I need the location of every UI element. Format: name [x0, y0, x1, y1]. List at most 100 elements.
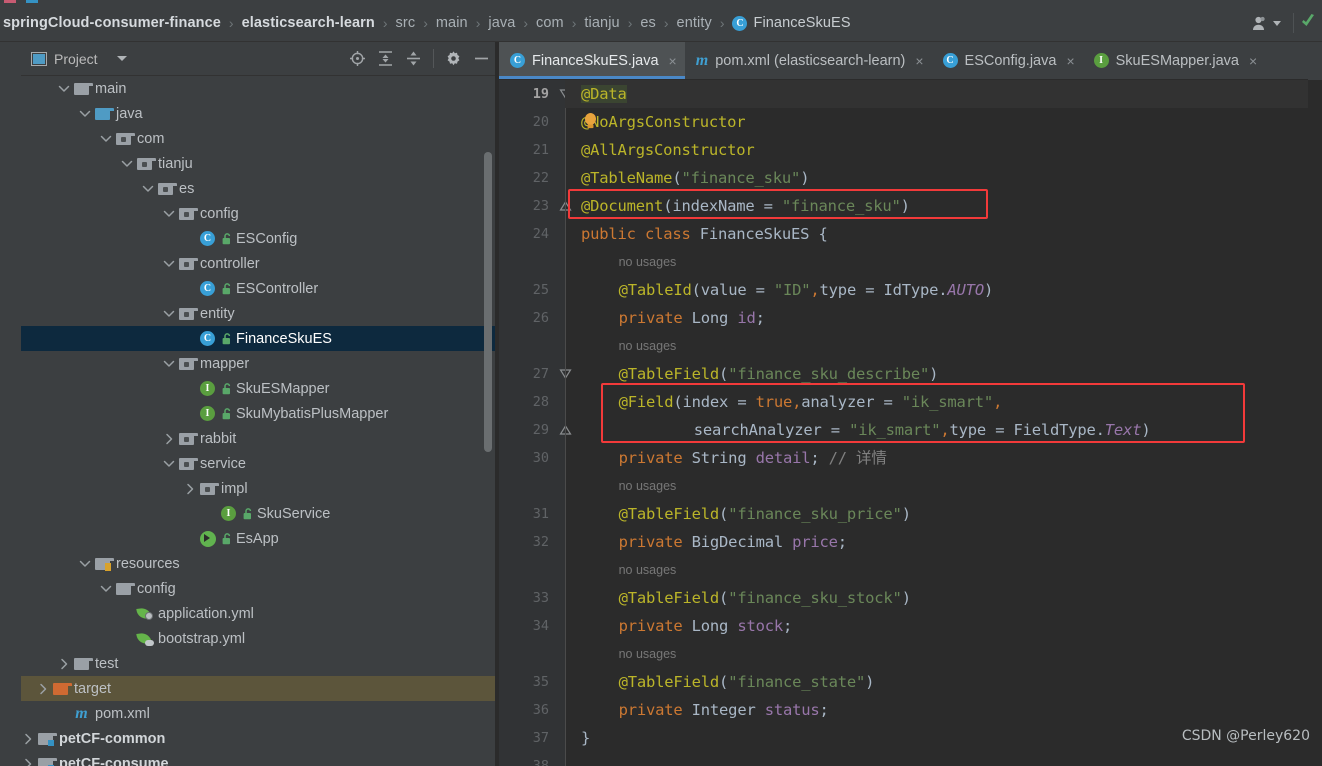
chevron-down-icon[interactable] — [162, 457, 176, 471]
chevron-down-icon[interactable] — [99, 132, 113, 146]
project-tree[interactable]: main java com tianju es config C ESConfig contro… — [21, 76, 499, 766]
tree-node-esapp[interactable]: EsApp — [21, 526, 499, 551]
breadcrumb-item-elasticsearch-learn[interactable]: elasticsearch-learn — [241, 14, 376, 32]
tree-node-label: main — [95, 80, 127, 97]
close-icon[interactable]: × — [669, 53, 677, 69]
code-token: @TableField — [618, 365, 720, 383]
chevron-down-icon[interactable] — [120, 157, 134, 171]
breadcrumb-item-springcloud-consumer-finance[interactable]: springCloud-consumer-finance — [2, 14, 222, 32]
editor-tab-pom-xml-elasticsearch-learn-[interactable]: m pom.xml (elasticsearch-learn) × — [685, 42, 932, 79]
breadcrumb-item-entity[interactable]: entity — [676, 14, 713, 32]
breadcrumb-item-src[interactable]: src — [395, 14, 417, 32]
tree-node-test[interactable]: test — [21, 651, 499, 676]
chevron-down-icon[interactable] — [162, 307, 176, 321]
project-title-group[interactable]: Project — [21, 51, 127, 67]
tree-node-service[interactable]: service — [21, 451, 499, 476]
tree-node-config[interactable]: config — [21, 576, 499, 601]
code-token: type — [819, 281, 857, 299]
editor-tab-financeskues-java[interactable]: C FinanceSkuES.java × — [499, 42, 685, 79]
chevron-down-icon[interactable] — [116, 56, 127, 61]
breadcrumb-item-es[interactable]: es — [639, 14, 657, 32]
tree-node-com[interactable]: com — [21, 126, 499, 151]
tree-node-rabbit[interactable]: rabbit — [21, 426, 499, 451]
tree-node-main[interactable]: main — [21, 76, 499, 101]
tree-node-petcf-common[interactable]: petCF-common — [21, 726, 499, 751]
tree-node-label: EsApp — [236, 530, 279, 547]
module-folder-icon — [38, 732, 57, 746]
tree-node-bootstrap-yml[interactable]: bootstrap.yml — [21, 626, 499, 651]
chevron-down-icon[interactable] — [162, 257, 176, 271]
breadcrumb-separator: › — [475, 15, 481, 31]
settings-gear-icon[interactable] — [445, 50, 462, 67]
locate-icon[interactable] — [349, 50, 366, 67]
visibility-lock-icon — [221, 532, 233, 545]
editor-right-gutter[interactable] — [1308, 80, 1322, 766]
tree-node-config[interactable]: config — [21, 201, 499, 226]
tree-node-entity[interactable]: entity — [21, 301, 499, 326]
tree-node-impl[interactable]: impl — [21, 476, 499, 501]
breadcrumb-item-tianju[interactable]: tianju — [583, 14, 620, 32]
tree-node-skuesmapper[interactable]: I SkuESMapper — [21, 376, 499, 401]
user-icon[interactable] — [1244, 12, 1289, 35]
editor-tab-esconfig-java[interactable]: C ESConfig.java × — [932, 42, 1083, 79]
tree-node-resources[interactable]: resources — [21, 551, 499, 576]
intention-bulb-icon[interactable] — [584, 113, 597, 130]
hide-panel-icon[interactable] — [473, 50, 490, 67]
chevron-down-icon[interactable] — [78, 557, 92, 571]
tree-node-escontroller[interactable]: C ESController — [21, 276, 499, 301]
code-token: @Field — [618, 393, 674, 411]
chevron-down-icon[interactable] — [78, 107, 92, 121]
chevron-right-icon[interactable] — [21, 732, 35, 746]
breadcrumb-item-java[interactable]: java — [487, 14, 516, 32]
chevron-down-icon[interactable] — [57, 82, 71, 96]
chevron-down-icon[interactable] — [162, 207, 176, 221]
tree-node-es[interactable]: es — [21, 176, 499, 201]
line-number-25: 25 — [532, 282, 549, 298]
tree-node-financeskues[interactable]: C FinanceSkuES — [21, 326, 499, 351]
line-number-36: 36 — [532, 702, 549, 718]
close-icon[interactable]: × — [1249, 53, 1257, 69]
chevron-down-icon[interactable] — [162, 357, 176, 371]
tree-node-petcf-consume[interactable]: petCF-consume — [21, 751, 499, 766]
chevron-right-icon[interactable] — [57, 657, 71, 671]
editor-tab-skuesmapper-java[interactable]: I SkuESMapper.java × — [1083, 42, 1266, 79]
chevron-right-icon[interactable] — [21, 757, 35, 766]
chevron-down-icon[interactable] — [141, 182, 155, 196]
project-scrollbar-track[interactable] — [480, 76, 495, 766]
tree-node-skumybatisplusmapper[interactable]: I SkuMybatisPlusMapper — [21, 401, 499, 426]
tree-node-target[interactable]: target — [21, 676, 499, 701]
breadcrumb-item-com[interactable]: com — [535, 14, 565, 32]
breadcrumb-current-file[interactable]: C FinanceSkuES — [731, 14, 851, 32]
collapse-all-icon[interactable] — [405, 50, 422, 67]
tree-node-controller[interactable]: controller — [21, 251, 499, 276]
editor-gutter[interactable]: 19 20 21 22 23 24 25 26 27 28 29 30 31 32 33 34 35 36 37 38 — [499, 80, 572, 766]
tree-node-java[interactable]: java — [21, 101, 499, 126]
code-token: ( — [691, 281, 701, 299]
tree-node-pom-xml[interactable]: m pom.xml — [21, 701, 499, 726]
code-content[interactable]: @Data @NoArgsConstructor @AllArgsConstruct… — [565, 80, 1322, 766]
chevron-right-icon[interactable] — [183, 482, 197, 496]
code-editor[interactable]: 19 20 21 22 23 24 25 26 27 28 29 30 31 32 33 34 35 36 37 38… — [499, 80, 1322, 766]
tree-node-application-yml[interactable]: application.yml — [21, 601, 499, 626]
project-scrollbar-thumb[interactable] — [484, 152, 492, 452]
code-line-36: private Integer status; — [619, 696, 829, 724]
chevron-down-icon[interactable] — [99, 582, 113, 596]
close-icon[interactable]: × — [915, 53, 923, 69]
visibility-lock-icon — [221, 232, 233, 245]
code-line-19: @Data — [565, 80, 1322, 108]
chevron-right-icon[interactable] — [162, 432, 176, 446]
chevron-right-icon[interactable] — [36, 682, 50, 696]
tree-node-skuservice[interactable]: I SkuService — [21, 501, 499, 526]
expand-all-icon[interactable] — [377, 50, 394, 67]
tree-node-esconfig[interactable]: C ESConfig — [21, 226, 499, 251]
green-arrow-icon[interactable] — [1298, 11, 1320, 36]
tree-node-label: service — [200, 455, 246, 472]
line-number-31: 31 — [532, 506, 549, 522]
breadcrumb-item-main[interactable]: main — [435, 14, 469, 32]
code-token: status — [764, 701, 820, 719]
tree-node-icon — [136, 157, 156, 170]
close-icon[interactable]: × — [1066, 53, 1074, 69]
tree-node-mapper[interactable]: mapper — [21, 351, 499, 376]
tree-node-tianju[interactable]: tianju — [21, 151, 499, 176]
